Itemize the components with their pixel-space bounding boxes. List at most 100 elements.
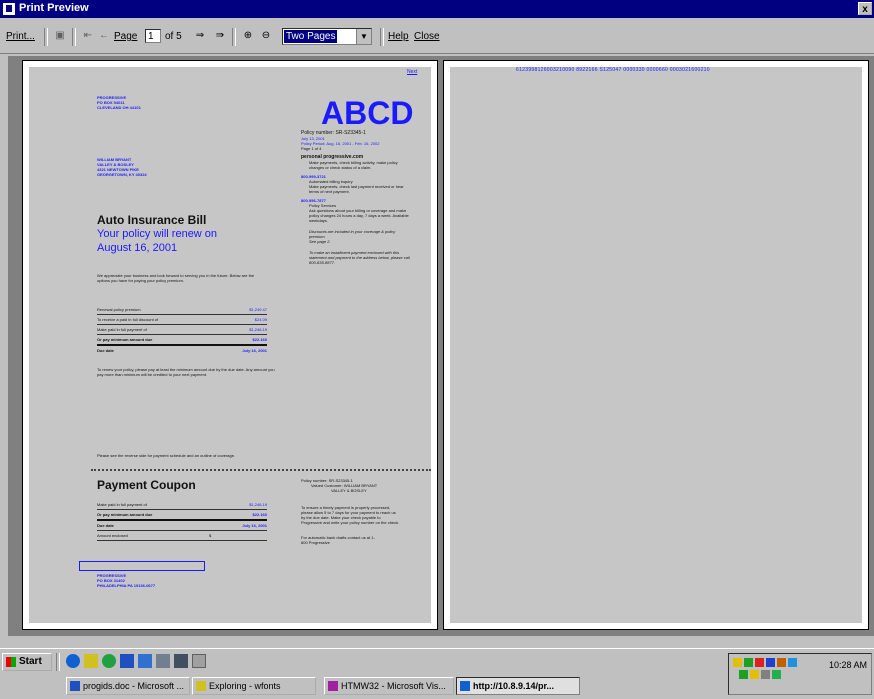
- amount-table: Renewal policy premium $1,249.47 To rece…: [97, 305, 267, 355]
- coupon-note: To ensure a timely payment is properly p…: [301, 505, 400, 525]
- app-shortcut-icon[interactable]: [174, 654, 188, 668]
- amount-row: Make paid in full payment of $1,246.19: [97, 325, 267, 335]
- tray-icon[interactable]: [733, 658, 742, 667]
- taskbar-item-word[interactable]: progids.doc - Microsoft ...: [66, 677, 190, 695]
- close-button[interactable]: Close: [414, 30, 440, 44]
- page-setup-icon[interactable]: ▣: [52, 28, 68, 44]
- tray-icon[interactable]: [739, 670, 748, 679]
- logo: ABCD: [321, 95, 414, 131]
- window-title: Print Preview: [19, 2, 89, 14]
- title-bar: Print Preview x: [0, 0, 874, 18]
- row-value: $24.09: [254, 317, 267, 322]
- first-page-icon[interactable]: ⇤: [80, 28, 96, 44]
- row-label: Due date: [97, 348, 114, 353]
- row-value: July 16, 2001: [242, 523, 267, 528]
- zoom-in-icon[interactable]: ⊕: [240, 28, 256, 44]
- word-icon: [70, 681, 80, 691]
- addressee-block: WILLIAM BRYANT VALLEY & BOSLEY 4321 NEWT…: [97, 157, 147, 177]
- row-label: Amount enclosed: [97, 533, 128, 538]
- policy-number: SR-S23345-1: [335, 130, 366, 136]
- taskbar-item-browser[interactable]: http://10.8.9.14/pr...: [456, 677, 580, 695]
- preview-page-2: 6123998126003210090 8922166 S125047 0000…: [443, 60, 869, 630]
- previous-page-icon[interactable]: ←: [96, 28, 112, 44]
- chevron-down-icon[interactable]: ▼: [356, 29, 371, 44]
- toolbar-separator: [232, 28, 236, 46]
- help-button[interactable]: Help: [388, 30, 409, 44]
- explorer-icon[interactable]: [138, 654, 152, 668]
- tray-icon[interactable]: [777, 658, 786, 667]
- footer-note: Please see the reverse side for payment …: [97, 453, 236, 458]
- sender-address: PROGRESSIVE PO BOX 94011 CLEVELAND OH 44…: [97, 95, 141, 110]
- amount-row: Renewal policy premium $1,249.47: [97, 305, 267, 315]
- app-shortcut-icon[interactable]: [192, 654, 206, 668]
- internet-explorer-icon: [460, 681, 470, 691]
- bill-subtitle: Your policy will renew on: [97, 228, 218, 240]
- row-label: Due date: [97, 523, 114, 528]
- taskbar-separator: [56, 653, 60, 671]
- row-value: $1,249.47: [249, 307, 267, 312]
- barcode-text: 6123998126003210090 8922166 S125047 0000…: [516, 67, 710, 73]
- app-shortcut-icon[interactable]: [156, 654, 170, 668]
- word-icon[interactable]: [120, 654, 134, 668]
- visual-studio-icon: [328, 681, 338, 691]
- next-page-icon[interactable]: ⇒: [192, 28, 208, 44]
- tray-icon[interactable]: [750, 670, 759, 679]
- renew-date: August 16, 2001: [97, 242, 178, 254]
- row-label: Make paid in full payment of: [97, 502, 147, 507]
- preview-page-1: Next PROGRESSIVE PO BOX 94011 CLEVELAND …: [22, 60, 438, 630]
- clock[interactable]: 10:28 AM: [829, 660, 867, 670]
- page-number-input[interactable]: 1: [145, 29, 161, 43]
- contact-line: Make payments, check billing activity, m…: [309, 160, 398, 170]
- coupon-policy-block: Policy number: SR-S23345-1 Valued Custom…: [301, 478, 421, 545]
- toolbar: Print... ▣ ⇤ ← Page 1 of 5 ⇒ ⇛ ⊕ ⊖ Two P…: [0, 19, 874, 54]
- tray-icon[interactable]: [766, 658, 775, 667]
- desktop-icon[interactable]: [84, 654, 98, 668]
- task-label: Exploring - wfonts: [209, 681, 281, 691]
- remit-barcode-box: [79, 561, 205, 571]
- outlook-icon[interactable]: [102, 654, 116, 668]
- tray-icon[interactable]: [755, 658, 764, 667]
- view-mode-value: Two Pages: [284, 30, 338, 43]
- italic-note: Discounts are included in your coverage …: [309, 229, 396, 239]
- tray-icon[interactable]: [772, 670, 781, 679]
- system-tray: 10:28 AM: [728, 653, 872, 695]
- coupon-row: Or pay minimum amount due $22.160: [97, 510, 267, 521]
- perforation-line: [91, 469, 431, 471]
- row-label: Or pay minimum amount due: [97, 512, 153, 517]
- remit-line: PHILADELPHIA PA 19136-0677: [97, 583, 156, 588]
- print-button[interactable]: Print...: [6, 30, 35, 44]
- tray-icon[interactable]: [744, 658, 753, 667]
- view-mode-select[interactable]: Two Pages ▼: [282, 28, 372, 45]
- coupon-row: Due date July 16, 2001: [97, 521, 267, 531]
- toolbar-separator: [72, 28, 76, 46]
- row-value: $22.160: [252, 512, 267, 517]
- policy-detail: Page 1 of 4: [301, 146, 322, 151]
- folder-icon: [196, 681, 206, 691]
- tray-icon[interactable]: [788, 658, 797, 667]
- italic-note: To make an installment payment enclosed …: [309, 250, 410, 265]
- coupon-table: Make paid in full payment of $1,246.19 O…: [97, 500, 267, 541]
- coupon-row: Amount enclosed $: [97, 531, 267, 541]
- internet-explorer-icon[interactable]: [66, 654, 80, 668]
- tray-icon[interactable]: [761, 670, 770, 679]
- next-link: Next: [407, 69, 418, 75]
- preview-area[interactable]: Next PROGRESSIVE PO BOX 94011 CLEVELAND …: [8, 56, 874, 636]
- zoom-out-icon[interactable]: ⊖: [258, 28, 274, 44]
- addressee-line: GEORGETOWN, KY 40324: [97, 172, 147, 177]
- task-label: progids.doc - Microsoft ...: [83, 681, 185, 691]
- start-button[interactable]: Start: [2, 653, 52, 671]
- taskbar-item-explorer[interactable]: Exploring - wfonts: [192, 677, 316, 695]
- coupon-title: Payment Coupon: [97, 478, 196, 492]
- coupon-row: Make paid in full payment of $1,246.19: [97, 500, 267, 510]
- row-label: Make paid in full payment of: [97, 327, 147, 332]
- app-icon: [3, 3, 15, 15]
- phone-2-line: Ask questions about your billing or cove…: [309, 208, 409, 223]
- close-window-button[interactable]: x: [858, 2, 872, 15]
- row-value: $1,246.19: [249, 327, 267, 332]
- row-label: To receive a paid in full discount of: [97, 317, 159, 322]
- row-value: $: [209, 533, 212, 538]
- coupon-name: VALLEY & BOSLEY: [331, 488, 367, 493]
- start-label: Start: [19, 656, 42, 667]
- taskbar-item-visual-studio[interactable]: HTMW32 - Microsoft Vis...: [324, 677, 454, 695]
- last-page-icon[interactable]: ⇛: [212, 28, 228, 44]
